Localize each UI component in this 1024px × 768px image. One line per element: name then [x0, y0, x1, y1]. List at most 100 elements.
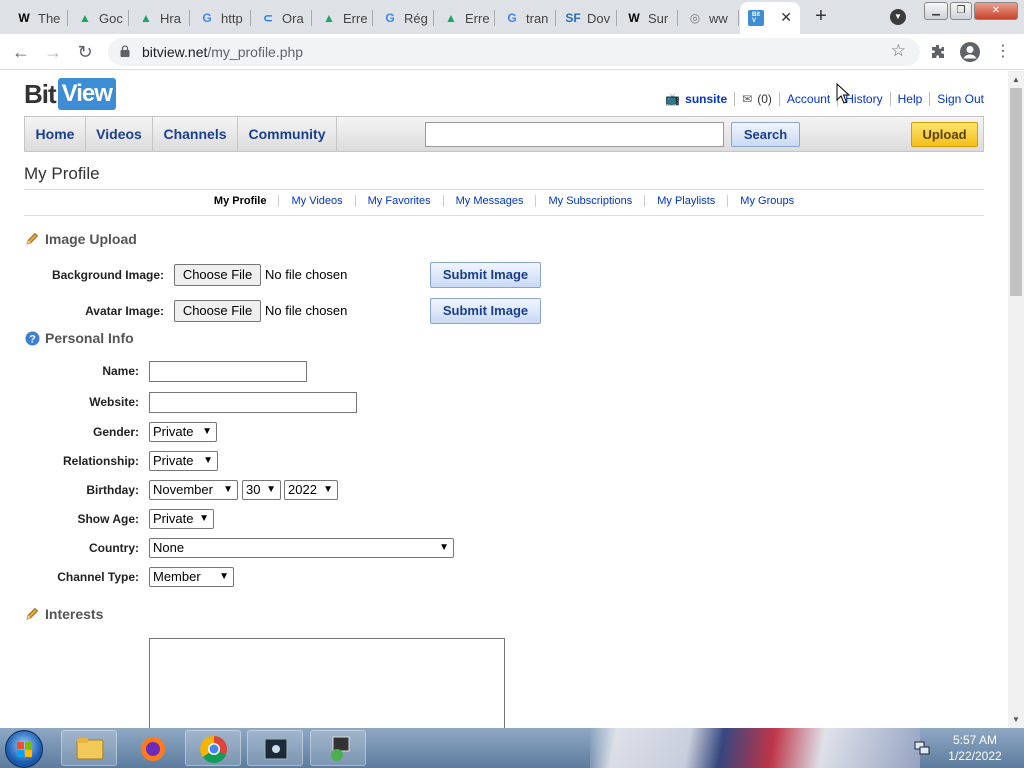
browser-tab[interactable]: ⊂ Ora — [252, 4, 312, 32]
tab-separator — [128, 10, 129, 26]
globe-icon: ◎ — [689, 11, 701, 25]
browser-tab[interactable]: SF Dov — [557, 4, 617, 32]
search-button[interactable]: Search — [731, 122, 800, 147]
subnav-my-groups[interactable]: My Groups — [727, 195, 806, 207]
system-clock[interactable]: 5:57 AM 1/22/2022 — [940, 732, 1010, 764]
taskbar-network-app[interactable] — [310, 730, 366, 766]
name-input[interactable] — [149, 361, 307, 382]
section-title: Interests — [45, 606, 104, 622]
chevron-down-icon: ▼ — [199, 513, 209, 524]
address-bar[interactable]: bitview.net/my_profile.php ☆ — [108, 38, 920, 66]
background-file-status: No file chosen — [265, 267, 348, 282]
browser-tab[interactable]: ▲ Erre — [435, 4, 495, 32]
lock-icon[interactable] — [120, 45, 130, 57]
chevron-down-icon: ▼ — [439, 542, 449, 553]
nav-videos[interactable]: Videos — [86, 117, 153, 151]
upload-button[interactable]: Upload — [911, 122, 978, 147]
background-choose-file-button[interactable]: Choose File — [174, 264, 261, 286]
minimize-window-button[interactable]: ▁ — [924, 2, 948, 20]
network-tray-icon[interactable] — [914, 740, 930, 756]
google-icon: G — [202, 11, 212, 25]
browser-menu-icon[interactable]: ⋮ — [992, 41, 1014, 63]
reload-icon[interactable]: ↻ — [74, 41, 96, 63]
country-value: None — [153, 540, 185, 555]
taskbar-explorer[interactable] — [61, 730, 117, 766]
subnav-my-profile[interactable]: My Profile — [202, 195, 279, 207]
bookmark-star-icon[interactable]: ☆ — [891, 41, 906, 61]
inbox-link[interactable]: ✉ (0) — [734, 92, 779, 106]
interests-textarea[interactable] — [149, 638, 505, 728]
svg-text:?: ? — [29, 333, 36, 345]
background-image-label: Background Image: — [51, 268, 164, 282]
subnav-my-videos[interactable]: My Videos — [278, 195, 354, 207]
tab-bitview-active[interactable]: Bit V ✕ — [740, 2, 800, 34]
web-page: Bit View 📺 sunsite ✉ (0) Account History… — [0, 71, 1008, 728]
country-select[interactable]: None ▼ — [149, 538, 454, 558]
subnav-my-subscriptions[interactable]: My Subscriptions — [535, 195, 644, 207]
tab-separator — [738, 10, 739, 26]
browser-tab[interactable]: ▲ Goc — [69, 4, 129, 32]
bitview-logo[interactable]: Bit View — [24, 78, 116, 110]
tab-separator — [616, 10, 617, 26]
extensions-icon[interactable] — [930, 44, 946, 60]
channel-type-select[interactable]: Member ▼ — [149, 567, 234, 587]
forward-icon[interactable]: → — [42, 41, 64, 63]
sourceforge-icon: SF — [565, 11, 581, 25]
site-search-input[interactable] — [425, 122, 724, 147]
birthday-year-select[interactable]: 2022 ▼ — [284, 480, 338, 500]
user-link[interactable]: 📺 sunsite — [658, 92, 734, 106]
birthday-month-select[interactable]: November ▼ — [149, 480, 238, 500]
subnav-my-messages[interactable]: My Messages — [442, 195, 536, 207]
browser-tab[interactable]: ▲ Erre — [313, 4, 373, 32]
logo-bit-text: Bit — [24, 78, 57, 109]
taskbar-app[interactable] — [247, 730, 303, 766]
browser-tab[interactable]: W Sur — [618, 4, 678, 32]
help-link[interactable]: Help — [889, 92, 930, 106]
taskbar-firefox[interactable] — [124, 730, 180, 766]
avatar-submit-image-button[interactable]: Submit Image — [430, 298, 541, 324]
birthday-day-select[interactable]: 30 ▼ — [242, 480, 281, 500]
subnav-my-favorites[interactable]: My Favorites — [354, 195, 443, 207]
tab-title: Dov — [587, 10, 611, 26]
start-button[interactable] — [5, 730, 43, 768]
back-icon[interactable]: ← — [10, 41, 32, 63]
nav-community[interactable]: Community — [238, 117, 337, 151]
image-upload-heading: Image Upload — [24, 231, 137, 247]
avatar-choose-file-button[interactable]: Choose File — [174, 300, 261, 322]
new-tab-button[interactable]: + — [808, 5, 834, 29]
background-submit-image-button[interactable]: Submit Image — [430, 262, 541, 288]
username-link[interactable]: sunsite — [685, 92, 727, 106]
section-title: Personal Info — [45, 330, 134, 346]
tab-separator — [189, 10, 190, 26]
scrollbar-thumb[interactable] — [1010, 88, 1022, 296]
browser-tab[interactable]: Ghttp — [191, 4, 251, 32]
browser-tab[interactable]: W The — [8, 4, 68, 32]
browser-tab[interactable]: G Rég — [374, 4, 434, 32]
tab-search-icon[interactable]: ▼ — [890, 9, 906, 25]
page-scrollbar[interactable]: ▲ ▼ — [1008, 71, 1024, 728]
taskbar-chrome[interactable] — [185, 730, 241, 766]
browser-tab[interactable]: ◎ ww — [679, 4, 739, 32]
tab-title: The — [38, 10, 61, 26]
browser-tab[interactable]: ▲ Hra — [130, 4, 190, 32]
account-link[interactable]: Account — [778, 92, 837, 106]
restore-window-button[interactable]: ❐ — [950, 2, 972, 20]
message-count: (0) — [757, 92, 772, 106]
relationship-select[interactable]: Private ▼ — [149, 451, 218, 471]
gender-select[interactable]: Private ▼ — [149, 422, 217, 442]
nav-channels[interactable]: Channels — [153, 117, 238, 151]
subnav-my-playlists[interactable]: My Playlists — [644, 195, 727, 207]
scroll-up-icon[interactable]: ▲ — [1012, 75, 1020, 84]
sign-out-link[interactable]: Sign Out — [929, 92, 984, 106]
close-window-button[interactable]: ✕ — [974, 2, 1018, 20]
nav-home[interactable]: Home — [25, 117, 86, 151]
website-input[interactable] — [149, 392, 357, 413]
scroll-down-icon[interactable]: ▼ — [1012, 715, 1020, 724]
wallpaper-strip — [590, 728, 920, 768]
close-tab-icon[interactable]: ✕ — [780, 9, 792, 26]
show-age-select[interactable]: Private ▼ — [149, 509, 214, 529]
tab-title: Hra — [160, 10, 181, 26]
profile-avatar-icon[interactable] — [960, 42, 980, 62]
browser-tab[interactable]: Gtran — [496, 4, 556, 32]
pencil-icon — [24, 606, 40, 622]
